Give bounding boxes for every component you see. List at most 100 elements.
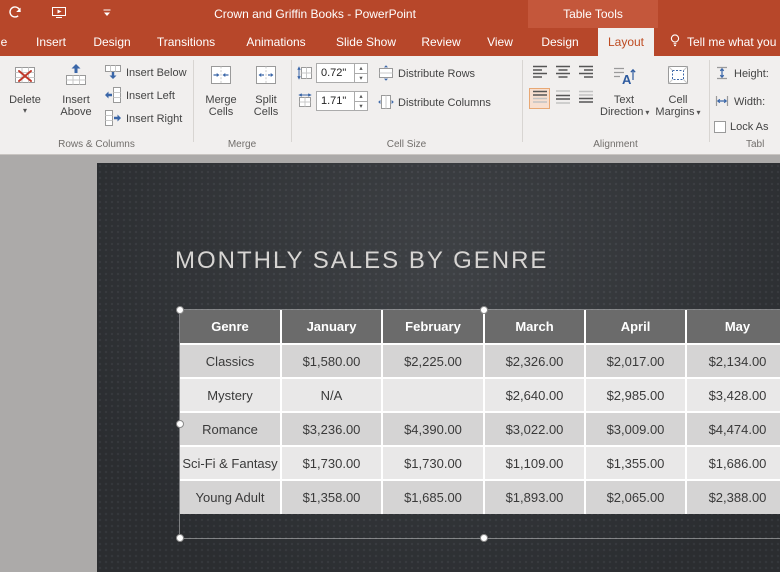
selection-handle-bottom-left[interactable] — [176, 534, 184, 542]
start-slideshow-button[interactable] — [44, 0, 74, 28]
checkbox-icon[interactable] — [714, 121, 726, 133]
customize-qat-button[interactable] — [92, 0, 122, 28]
insert-below-button[interactable]: Insert Below — [104, 62, 187, 84]
table-cell[interactable]: $3,022.00 — [483, 411, 586, 447]
table-cell[interactable]: $1,730.00 — [381, 445, 485, 481]
column-width-value[interactable]: 1.71" — [321, 92, 346, 110]
insert-above-button[interactable]: Insert Above — [52, 58, 100, 118]
group-divider — [522, 60, 523, 142]
table-cell[interactable]: $4,474.00 — [685, 411, 780, 447]
distribute-rows-button[interactable]: Distribute Rows — [378, 63, 475, 85]
table-header-cell[interactable]: January — [280, 310, 383, 345]
spinner-down-icon[interactable]: ▾ — [355, 102, 367, 111]
cell-margins-button[interactable]: Cell Margins ▾ — [652, 58, 704, 119]
table-cell[interactable]: $2,640.00 — [483, 377, 586, 413]
table-header-cell[interactable]: May — [685, 310, 780, 345]
selection-handle-top-center[interactable] — [480, 306, 488, 314]
align-top-icon — [531, 88, 549, 109]
align-left-button[interactable] — [529, 62, 550, 83]
align-right-button[interactable] — [575, 62, 596, 83]
table-cell[interactable]: $1,355.00 — [584, 445, 687, 481]
table-cell[interactable]: N/A — [280, 377, 383, 413]
table-header-cell[interactable]: April — [584, 310, 687, 345]
slide-canvas[interactable]: MONTHLY SALES BY GENRE Genre January Feb… — [97, 163, 780, 572]
selection-handle-top-left[interactable] — [176, 306, 184, 314]
insert-right-button[interactable]: Insert Right — [104, 108, 182, 130]
table-cell[interactable]: $1,730.00 — [280, 445, 383, 481]
table-cell[interactable]: $1,109.00 — [483, 445, 586, 481]
group-divider — [709, 60, 710, 142]
table-row: Sci-Fi & Fantasy $1,730.00 $1,730.00 $1,… — [180, 445, 780, 481]
delete-button[interactable]: Delete ▾ — [2, 58, 48, 116]
align-bottom-button[interactable] — [575, 88, 596, 109]
split-cells-button[interactable]: Split Cells — [245, 58, 287, 118]
table-cell[interactable]: $2,225.00 — [381, 343, 485, 379]
table-cell[interactable]: $2,017.00 — [584, 343, 687, 379]
table-cell[interactable]: $1,685.00 — [381, 479, 485, 514]
table-header-cell[interactable]: March — [483, 310, 586, 345]
slide-title[interactable]: MONTHLY SALES BY GENRE — [175, 247, 548, 275]
customize-qat-icon — [102, 5, 112, 23]
insert-left-button[interactable]: Insert Left — [104, 85, 175, 107]
align-center-button[interactable] — [552, 62, 573, 83]
table-cell[interactable]: $2,065.00 — [584, 479, 687, 514]
center-vertically-button[interactable] — [552, 88, 573, 109]
selection-handle-bottom-center[interactable] — [480, 534, 488, 542]
slide-table[interactable]: Genre January February March April May C… — [180, 310, 780, 514]
table-header-cell[interactable]: February — [381, 310, 485, 345]
table-cell[interactable]: $3,428.00 — [685, 377, 780, 413]
table-cell[interactable]: Young Adult — [180, 479, 282, 514]
tab-review[interactable]: Review — [414, 28, 468, 56]
table-cell[interactable] — [381, 377, 485, 413]
spinner-up-icon[interactable]: ▴ — [355, 64, 367, 74]
tab-table-tools-layout[interactable]: Layout — [598, 28, 654, 56]
row-height-value[interactable]: 0.72" — [321, 64, 346, 82]
align-right-icon — [577, 62, 595, 83]
table-cell[interactable]: $2,985.00 — [584, 377, 687, 413]
table-cell[interactable]: $2,326.00 — [483, 343, 586, 379]
tab-design[interactable]: Design — [88, 28, 136, 56]
table-cell[interactable]: $3,009.00 — [584, 411, 687, 447]
tab-transitions[interactable]: Transitions — [150, 28, 222, 56]
tab-table-tools-design[interactable]: Design — [536, 28, 584, 56]
spinner-down-icon[interactable]: ▾ — [355, 74, 367, 83]
table-cell[interactable]: $4,390.00 — [381, 411, 485, 447]
table-cell[interactable]: Romance — [180, 411, 282, 447]
table-cell[interactable]: $1,358.00 — [280, 479, 383, 514]
table-cell[interactable]: $2,388.00 — [685, 479, 780, 514]
redo-button[interactable] — [0, 0, 30, 28]
tab-file-partial[interactable]: e — [0, 28, 10, 56]
table-cell[interactable]: Sci-Fi & Fantasy — [180, 445, 282, 481]
spinner-up-icon[interactable]: ▴ — [355, 92, 367, 102]
ribbon-tab-row: e Insert Design Transitions Animations S… — [0, 28, 780, 56]
merge-cells-icon — [199, 62, 243, 91]
tab-slide-show[interactable]: Slide Show — [330, 28, 402, 56]
merge-cells-button[interactable]: Merge Cells — [199, 58, 243, 118]
tab-view[interactable]: View — [476, 28, 524, 56]
table-cell[interactable]: $1,893.00 — [483, 479, 586, 514]
cell-margins-label-2: Margins — [655, 106, 695, 118]
align-center-icon — [554, 62, 572, 83]
tell-me-box[interactable]: Tell me what you — [668, 28, 776, 56]
text-direction-button[interactable]: A Text Direction ▾ — [600, 58, 649, 119]
table-cell[interactable]: $3,236.00 — [280, 411, 383, 447]
lock-aspect-ratio-checkbox[interactable]: Lock As — [714, 116, 769, 138]
insert-left-label: Insert Left — [126, 90, 175, 102]
row-height-icon — [297, 65, 313, 84]
selection-handle-middle-left[interactable] — [176, 420, 184, 428]
table-header-cell[interactable]: Genre — [180, 310, 282, 345]
table-row: Romance $3,236.00 $4,390.00 $3,022.00 $3… — [180, 411, 780, 447]
caret-down-icon: ▾ — [22, 106, 27, 115]
text-direction-label-1: Text — [613, 94, 635, 106]
align-top-button[interactable] — [529, 88, 550, 109]
table-cell[interactable]: $2,134.00 — [685, 343, 780, 379]
distribute-columns-button[interactable]: Distribute Columns — [378, 92, 491, 114]
table-cell[interactable]: $1,686.00 — [685, 445, 780, 481]
table-cell[interactable]: Mystery — [180, 377, 282, 413]
table-cell[interactable]: $1,580.00 — [280, 343, 383, 379]
tab-insert[interactable]: Insert — [27, 28, 75, 56]
tab-animations[interactable]: Animations — [240, 28, 312, 56]
column-width-field[interactable]: 1.71" ▴ ▾ — [316, 91, 368, 111]
row-height-field[interactable]: 0.72" ▴ ▾ — [316, 63, 368, 83]
table-cell[interactable]: Classics — [180, 343, 282, 379]
